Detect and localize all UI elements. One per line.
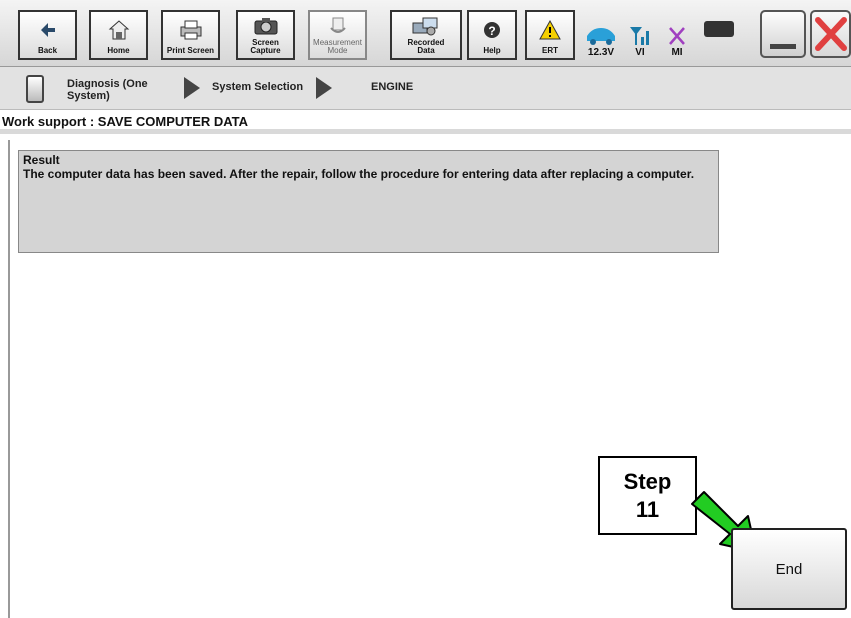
camera-icon bbox=[253, 12, 279, 39]
vi-indicator: VI bbox=[623, 12, 657, 58]
result-heading: Result bbox=[23, 153, 60, 167]
breadcrumb-arrow-icon bbox=[184, 77, 200, 99]
recorded-data-icon bbox=[411, 12, 441, 39]
step-callout-line1: Step bbox=[623, 468, 672, 494]
help-icon: ? bbox=[483, 12, 501, 47]
minimize-button[interactable] bbox=[760, 10, 806, 58]
page-title: Work support : SAVE COMPUTER DATA bbox=[0, 112, 851, 134]
breadcrumb-diagnosis[interactable]: Diagnosis (One System) bbox=[67, 78, 148, 102]
mi-indicator: MI bbox=[660, 12, 694, 58]
result-box: Result The computer data has been saved.… bbox=[18, 150, 719, 253]
signal-icon bbox=[630, 27, 649, 45]
print-screen-label: Print Screen bbox=[166, 46, 215, 55]
breadcrumb-system-selection[interactable]: System Selection bbox=[212, 81, 303, 93]
result-message: The computer data has been saved. After … bbox=[23, 167, 695, 181]
breadcrumb-engine: ENGINE bbox=[371, 81, 414, 93]
screen-capture-button[interactable]: Screen Capture bbox=[236, 10, 295, 60]
battery-icon bbox=[704, 21, 734, 37]
disconnected-x-icon bbox=[669, 27, 685, 45]
vi-label: VI bbox=[635, 47, 645, 58]
toolbar: Back Home Print Screen Screen Capture Me… bbox=[0, 0, 851, 67]
screen-capture-label: Screen Capture bbox=[250, 38, 281, 55]
end-button[interactable]: End bbox=[731, 528, 847, 610]
home-label: Home bbox=[107, 46, 130, 55]
back-button[interactable]: Back bbox=[18, 10, 77, 60]
svg-text:?: ? bbox=[488, 24, 495, 38]
print-screen-button[interactable]: Print Screen bbox=[161, 10, 220, 60]
ert-label: ERT bbox=[542, 46, 558, 55]
recorded-data-label: Recorded Data bbox=[407, 38, 445, 55]
back-label: Back bbox=[37, 46, 58, 55]
recorded-data-button[interactable]: Recorded Data bbox=[390, 10, 462, 60]
breadcrumb-arrow-icon bbox=[316, 77, 332, 99]
voltage-value: 12.3V bbox=[587, 47, 615, 58]
warning-icon bbox=[539, 12, 561, 47]
help-button[interactable]: ? Help bbox=[467, 10, 517, 60]
battery-voltage-indicator: 12.3V bbox=[584, 12, 618, 58]
back-arrow-icon bbox=[39, 12, 57, 47]
close-icon bbox=[815, 17, 847, 51]
step-callout: Step 11 bbox=[598, 456, 697, 535]
printer-icon bbox=[178, 12, 204, 47]
measurement-mode-label: Measurement Mode bbox=[313, 38, 362, 55]
ert-button[interactable]: ERT bbox=[525, 10, 575, 60]
help-label: Help bbox=[483, 46, 501, 55]
measurement-mode-button[interactable]: Measurement Mode bbox=[308, 10, 367, 60]
mi-label: MI bbox=[671, 47, 683, 58]
home-button[interactable]: Home bbox=[89, 10, 148, 60]
measurement-icon bbox=[328, 12, 348, 39]
home-icon bbox=[108, 12, 130, 47]
breadcrumb: Diagnosis (One System) System Selection … bbox=[0, 67, 851, 110]
minimize-icon bbox=[770, 44, 796, 49]
car-icon bbox=[587, 28, 615, 45]
step-callout-line2: 11 bbox=[635, 496, 660, 522]
close-button[interactable] bbox=[810, 10, 851, 58]
diagnosis-device-icon bbox=[26, 75, 44, 103]
